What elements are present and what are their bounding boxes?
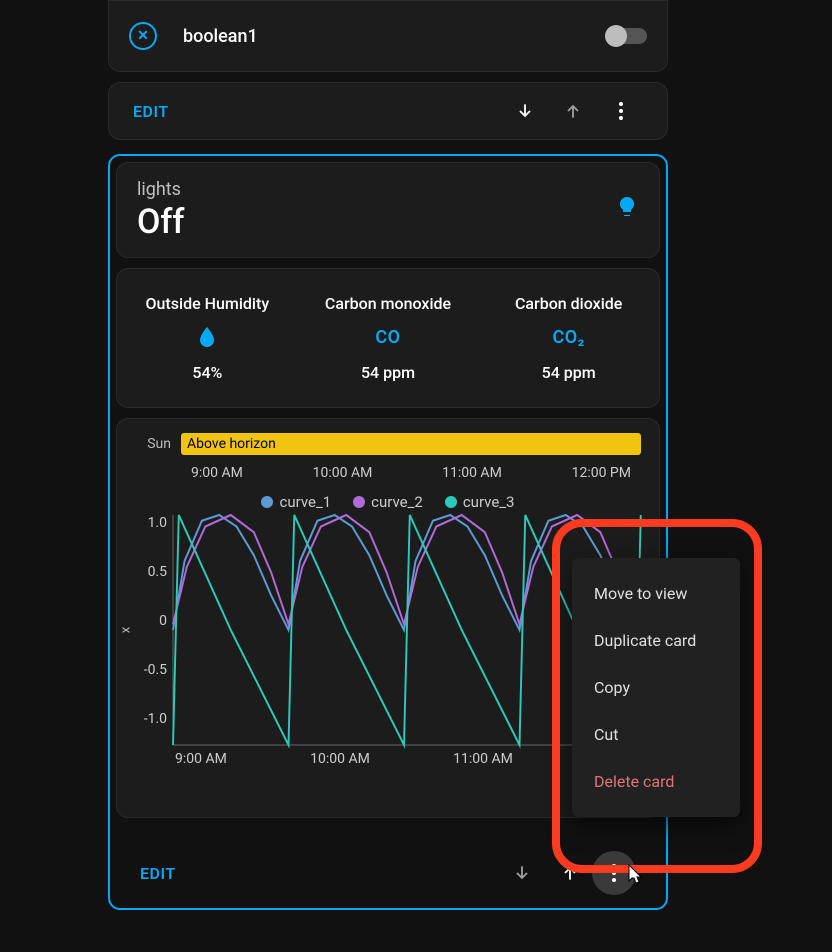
y-tick: 0 [135, 613, 167, 629]
glance-card: Outside Humidity 54% Carbon monoxide CO … [116, 268, 660, 408]
menu-duplicate-card[interactable]: Duplicate card [572, 617, 740, 664]
legend-dot [261, 496, 273, 508]
menu-move-to-view[interactable]: Move to view [572, 570, 740, 617]
glance-value: 54 ppm [478, 363, 659, 382]
cursor-pointer-icon [623, 863, 645, 895]
humidity-icon [117, 327, 298, 349]
menu-delete-card[interactable]: Delete card [572, 758, 740, 805]
time-tick: 10:00 AM [313, 465, 373, 481]
card-edit-bar-top: EDIT [108, 82, 668, 140]
card-edit-bar-bottom: EDIT [116, 844, 660, 902]
time-tick: 9:00 AM [175, 751, 227, 767]
lights-title: lights [137, 179, 184, 200]
edit-button[interactable]: EDIT [140, 864, 496, 883]
y-tick: -0.5 [135, 662, 167, 678]
move-up-icon[interactable] [548, 851, 592, 895]
time-tick: 11:00 AM [442, 465, 502, 481]
legend-label: curve_2 [371, 493, 423, 511]
y-tick: 0.5 [135, 564, 167, 580]
cancel-icon[interactable]: ✕ [129, 22, 157, 50]
glance-value: 54 ppm [298, 363, 479, 382]
glance-co2[interactable]: Carbon dioxide CO₂ 54 ppm [478, 294, 659, 382]
glance-title: Outside Humidity [117, 294, 298, 313]
sun-state-bar[interactable]: Above horizon [181, 433, 641, 455]
edit-button[interactable]: EDIT [133, 102, 499, 121]
legend-item[interactable]: curve_2 [353, 493, 423, 511]
legend-label: curve_3 [463, 493, 515, 511]
more-icon[interactable] [599, 89, 643, 133]
glance-title: Carbon dioxide [478, 294, 659, 313]
y-axis-label: x [119, 627, 134, 633]
chart-plot-area: x 1.0 0.5 0 -0.5 -1.0 [173, 515, 635, 745]
toggle-switch[interactable] [607, 28, 647, 44]
time-tick: 12:00 PM [572, 465, 631, 481]
molecule-co2-icon: CO₂ [478, 327, 659, 349]
legend-label: curve_1 [279, 493, 331, 511]
chart-legend: curve_1 curve_2 curve_3 [135, 493, 641, 511]
more-icon [612, 864, 616, 882]
glance-value: 54% [117, 363, 298, 382]
glance-humidity[interactable]: Outside Humidity 54% [117, 294, 298, 382]
time-tick: 11:00 AM [453, 751, 513, 767]
glance-co[interactable]: Carbon monoxide CO 54 ppm [298, 294, 479, 382]
sun-label: Sun [135, 436, 181, 452]
move-down-icon[interactable] [503, 89, 547, 133]
y-axis-ticks: 1.0 0.5 0 -0.5 -1.0 [135, 515, 167, 727]
sun-timeline-row: Sun Above horizon [135, 433, 641, 455]
menu-cut[interactable]: Cut [572, 711, 740, 758]
legend-dot [353, 496, 365, 508]
molecule-co-icon: CO [298, 327, 479, 349]
legend-item[interactable]: curve_1 [261, 493, 331, 511]
glance-title: Carbon monoxide [298, 294, 479, 313]
time-tick: 10:00 AM [310, 751, 370, 767]
move-up-icon[interactable] [551, 89, 595, 133]
menu-copy[interactable]: Copy [572, 664, 740, 711]
chart-svg [173, 515, 635, 745]
lights-state: Off [137, 202, 184, 242]
y-tick: 1.0 [135, 515, 167, 531]
lightbulb-group-icon [615, 195, 639, 225]
time-axis-top: 9:00 AM 10:00 AM 11:00 AM 12:00 PM [191, 459, 631, 487]
move-down-icon[interactable] [500, 851, 544, 895]
sun-state-text: Above horizon [181, 434, 282, 454]
card-context-menu: Move to view Duplicate card Copy Cut Del… [572, 558, 740, 817]
legend-dot [445, 496, 457, 508]
time-axis-bottom: 9:00 AM 10:00 AM 11:00 AM 12:00 [175, 745, 631, 773]
time-tick: 9:00 AM [191, 465, 243, 481]
lights-card[interactable]: lights Off [116, 162, 660, 258]
y-tick: -1.0 [135, 711, 167, 727]
input-boolean-card[interactable]: ✕ boolean1 [108, 0, 668, 72]
input-boolean-name: boolean1 [183, 26, 607, 47]
legend-item[interactable]: curve_3 [445, 493, 515, 511]
